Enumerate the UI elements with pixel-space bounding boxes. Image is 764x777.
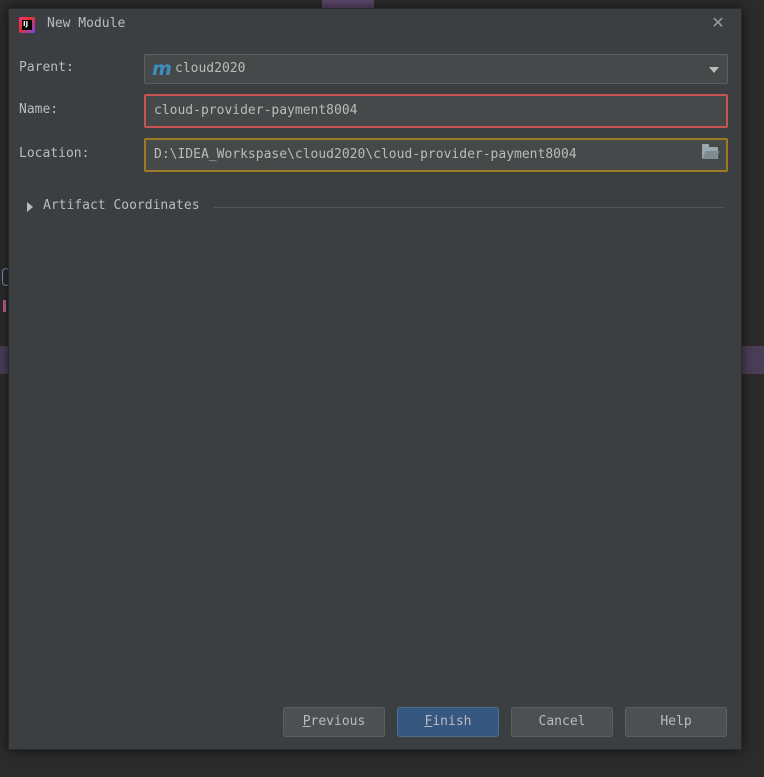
name-label: Name: bbox=[19, 102, 59, 117]
artifact-coordinates-toggle[interactable]: Artifact Coordinates bbox=[43, 198, 200, 213]
parent-label: Parent: bbox=[19, 60, 74, 75]
background-gutter-pink bbox=[3, 300, 6, 312]
location-input[interactable]: D:\IDEA_Workspase\cloud2020\cloud-provid… bbox=[144, 138, 728, 172]
previous-label: revious bbox=[310, 714, 366, 729]
folder-icon[interactable] bbox=[702, 144, 718, 159]
name-input[interactable]: cloud-provider-payment8004 bbox=[144, 94, 728, 128]
parent-value: cloud2020 bbox=[175, 61, 246, 76]
background-line-highlight bbox=[740, 346, 764, 374]
location-label: Location: bbox=[19, 146, 90, 161]
chevron-down-icon[interactable] bbox=[709, 67, 719, 73]
previous-button[interactable]: Previous bbox=[283, 707, 385, 737]
parent-select[interactable]: m cloud2020 bbox=[144, 54, 728, 84]
intellij-app-icon: IJ bbox=[19, 17, 35, 33]
new-module-dialog: IJ New Module ✕ Parent: m cloud2020 Name… bbox=[8, 8, 742, 750]
dialog-titlebar[interactable]: IJ New Module ✕ bbox=[9, 9, 741, 41]
dialog-title: New Module bbox=[47, 16, 126, 31]
close-icon[interactable]: ✕ bbox=[709, 14, 727, 32]
chevron-right-icon[interactable] bbox=[27, 202, 33, 212]
finish-button[interactable]: Finish bbox=[397, 707, 499, 737]
cancel-button[interactable]: Cancel bbox=[511, 707, 613, 737]
previous-mnemonic: P bbox=[302, 714, 311, 729]
maven-module-icon: m bbox=[152, 58, 172, 80]
section-divider bbox=[214, 207, 724, 208]
finish-label: inish bbox=[432, 714, 472, 729]
location-value[interactable]: D:\IDEA_Workspase\cloud2020\cloud-provid… bbox=[154, 147, 577, 162]
name-value[interactable]: cloud-provider-payment8004 bbox=[154, 103, 358, 118]
help-button[interactable]: Help bbox=[625, 707, 727, 737]
background-line-highlight-left bbox=[0, 346, 8, 374]
